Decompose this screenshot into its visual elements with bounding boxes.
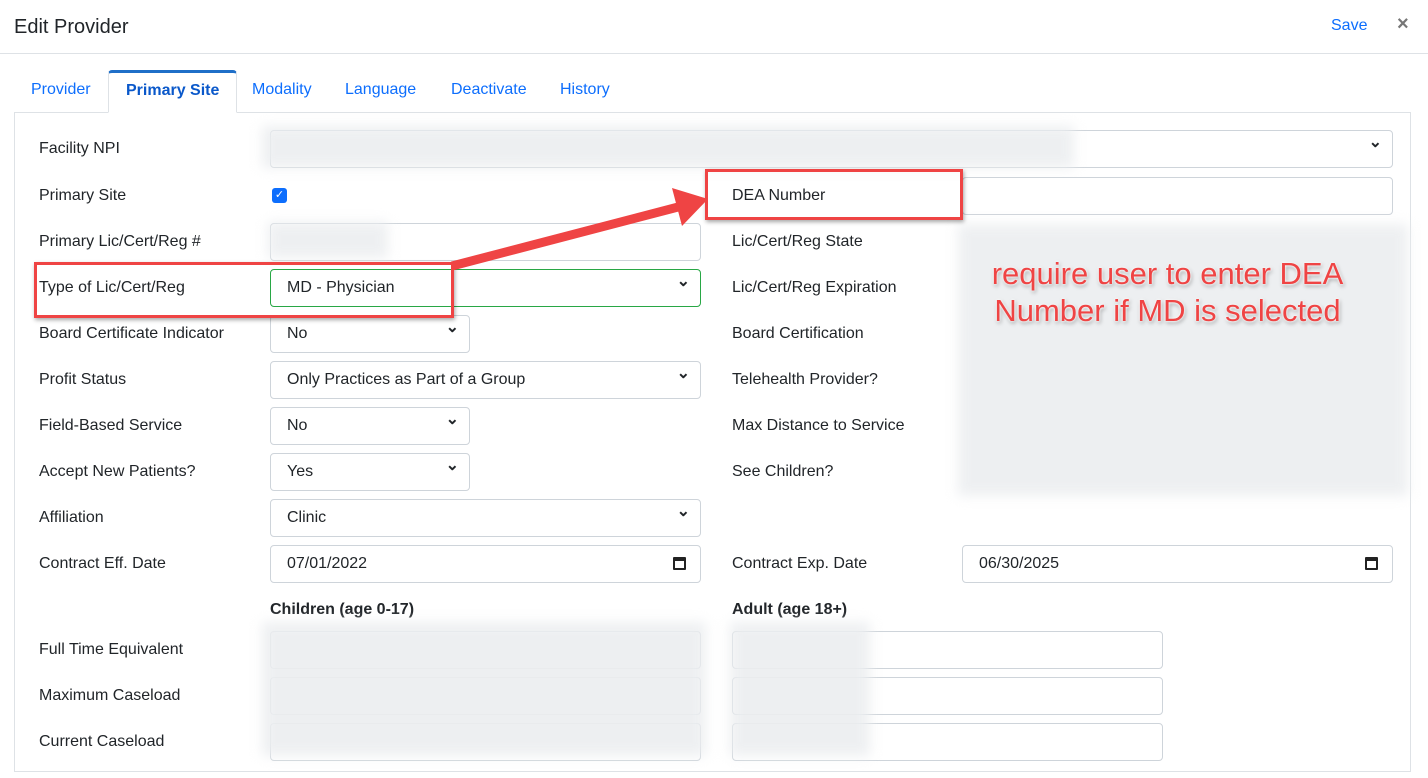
calendar-icon[interactable] bbox=[673, 557, 686, 570]
max-distance-label: Max Distance to Service bbox=[732, 417, 905, 434]
see-children-label: See Children? bbox=[732, 463, 834, 480]
affiliation-label: Affiliation bbox=[39, 509, 104, 526]
annotation-note: require user to enter DEA Number if MD i… bbox=[991, 256, 1344, 328]
profit-status-select[interactable]: Only Practices as Part of a Group bbox=[270, 356, 701, 399]
contract-exp-label: Contract Exp. Date bbox=[732, 555, 868, 572]
field-based-select[interactable]: No bbox=[270, 402, 470, 445]
contract-eff-value: 07/01/2022 bbox=[287, 555, 368, 572]
profit-status-label: Profit Status bbox=[39, 371, 127, 388]
contract-exp-value: 06/30/2025 bbox=[979, 555, 1060, 572]
close-icon[interactable]: × bbox=[1397, 13, 1409, 36]
highlight-type-lic bbox=[34, 262, 454, 318]
primary-site-label: Primary Site bbox=[39, 187, 127, 204]
tab-modality[interactable]: Modality bbox=[235, 70, 329, 113]
tab-primary-site[interactable]: Primary Site bbox=[108, 70, 238, 113]
board-cert-ind-select[interactable]: No bbox=[270, 310, 470, 353]
contract-exp-date-input[interactable]: 06/30/2025 bbox=[962, 545, 1393, 583]
children-header: Children (age 0-17) bbox=[270, 601, 415, 618]
accept-new-label: Accept New Patients? bbox=[39, 463, 196, 480]
tab-deactivate[interactable]: Deactivate bbox=[434, 70, 544, 113]
telehealth-label: Telehealth Provider? bbox=[732, 371, 878, 388]
redacted-region bbox=[262, 126, 1074, 168]
primary-site-checkbox[interactable]: ✓ bbox=[272, 188, 287, 203]
dialog-title: Edit Provider bbox=[14, 16, 129, 38]
affiliation-select[interactable]: Clinic bbox=[270, 494, 701, 537]
facility-npi-label: Facility NPI bbox=[39, 140, 120, 157]
highlight-dea bbox=[705, 169, 963, 220]
lic-state-label: Lic/Cert/Reg State bbox=[732, 233, 863, 250]
lic-exp-label: Lic/Cert/Reg Expiration bbox=[732, 279, 897, 296]
redacted-region bbox=[268, 222, 388, 258]
redacted-region bbox=[262, 622, 706, 756]
adult-header: Adult (age 18+) bbox=[732, 601, 848, 618]
accept-new-select[interactable]: Yes bbox=[270, 448, 470, 491]
max-caseload-label: Maximum Caseload bbox=[39, 687, 181, 704]
header-divider bbox=[0, 53, 1428, 54]
contract-eff-label: Contract Eff. Date bbox=[39, 555, 166, 572]
field-based-label: Field-Based Service bbox=[39, 417, 183, 434]
primary-lic-label: Primary Lic/Cert/Reg # bbox=[39, 233, 201, 250]
tab-provider[interactable]: Provider bbox=[14, 70, 108, 113]
board-cert-ind-label: Board Certificate Indicator bbox=[39, 325, 224, 342]
save-button[interactable]: Save bbox=[1331, 17, 1367, 35]
dea-number-input[interactable] bbox=[962, 177, 1393, 215]
redacted-region bbox=[730, 622, 870, 756]
current-caseload-label: Current Caseload bbox=[39, 733, 165, 750]
contract-eff-date-input[interactable]: 07/01/2022 bbox=[270, 545, 701, 583]
calendar-icon[interactable] bbox=[1365, 557, 1378, 570]
board-cert-label: Board Certification bbox=[732, 325, 864, 342]
fte-label: Full Time Equivalent bbox=[39, 641, 184, 658]
tab-language[interactable]: Language bbox=[328, 70, 433, 113]
tab-history[interactable]: History bbox=[543, 70, 627, 113]
